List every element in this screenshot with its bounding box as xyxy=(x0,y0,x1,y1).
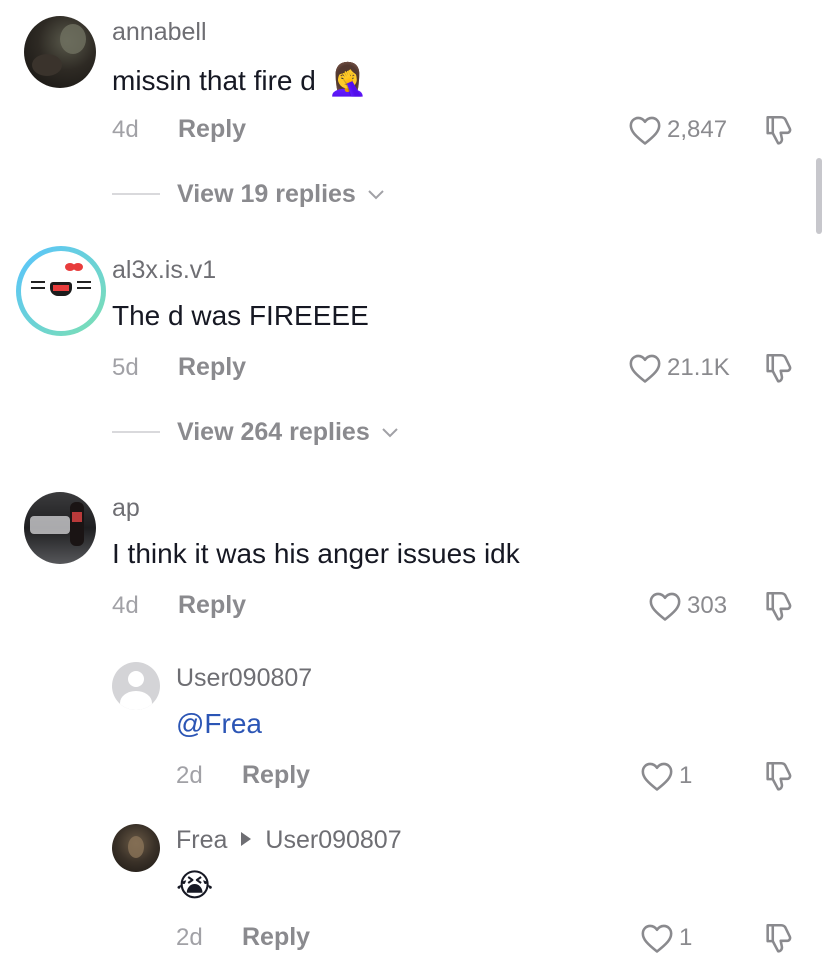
heart-icon[interactable] xyxy=(640,922,674,954)
comment-username[interactable]: annabell xyxy=(112,18,207,47)
heart-icon[interactable] xyxy=(628,114,662,146)
avatar[interactable] xyxy=(112,824,160,872)
reply-age: 2d xyxy=(176,924,203,951)
like-count: 1 xyxy=(679,762,693,789)
chevron-down-icon xyxy=(368,190,384,200)
dislike-icon[interactable] xyxy=(762,351,796,385)
comment-text: I think it was his anger issues idk xyxy=(112,538,520,569)
scrollbar[interactable] xyxy=(816,158,822,234)
reply-username: Frea User090807 xyxy=(176,826,402,855)
chevron-down-icon xyxy=(381,428,398,438)
heart-icon[interactable] xyxy=(628,352,662,384)
heart-icon[interactable] xyxy=(648,590,682,622)
view-replies-button[interactable]: View 264 replies xyxy=(177,418,399,447)
avatar[interactable] xyxy=(24,16,96,88)
like-count: 2,847 xyxy=(667,116,728,143)
reply-username[interactable]: User090807 xyxy=(176,664,312,693)
dislike-icon[interactable] xyxy=(762,921,796,955)
reply-button[interactable]: Reply xyxy=(178,353,246,382)
reply-author[interactable]: Frea xyxy=(176,826,227,854)
view-replies-button[interactable]: View 19 replies xyxy=(177,180,385,209)
divider xyxy=(112,193,160,195)
heart-icon[interactable] xyxy=(640,760,674,792)
reply-button[interactable]: Reply xyxy=(178,115,246,144)
reply-target[interactable]: User090807 xyxy=(265,826,401,854)
mention-link[interactable]: @Frea xyxy=(176,708,262,740)
avatar[interactable] xyxy=(24,492,96,564)
dislike-icon[interactable] xyxy=(762,589,796,623)
caret-right-icon xyxy=(241,832,252,847)
comment-age: 4d xyxy=(112,592,139,619)
like-count: 303 xyxy=(687,592,728,619)
facepalm-emoji-icon: 🤦‍♀️ xyxy=(327,61,368,97)
avatar[interactable] xyxy=(112,662,160,710)
dislike-icon[interactable] xyxy=(762,759,796,793)
avatar[interactable] xyxy=(16,246,106,336)
reply-button[interactable]: Reply xyxy=(242,923,310,952)
reply-button[interactable]: Reply xyxy=(242,761,310,790)
comment-age: 4d xyxy=(112,116,139,143)
comment-age: 5d xyxy=(112,354,139,381)
comment-username[interactable]: ap xyxy=(112,494,140,523)
divider xyxy=(112,431,160,433)
comment-username[interactable]: al3x.is.v1 xyxy=(112,256,216,285)
like-count: 1 xyxy=(679,924,693,951)
dislike-icon[interactable] xyxy=(762,113,796,147)
comment-text: The d was FIREEEE xyxy=(112,300,369,331)
crying-emoji-icon: 😭 xyxy=(176,867,214,903)
comment-text: missin that fire d 🤦‍♀️ xyxy=(112,61,368,97)
like-count: 21.1K xyxy=(667,354,730,381)
reply-button[interactable]: Reply xyxy=(178,591,246,620)
reply-age: 2d xyxy=(176,762,203,789)
